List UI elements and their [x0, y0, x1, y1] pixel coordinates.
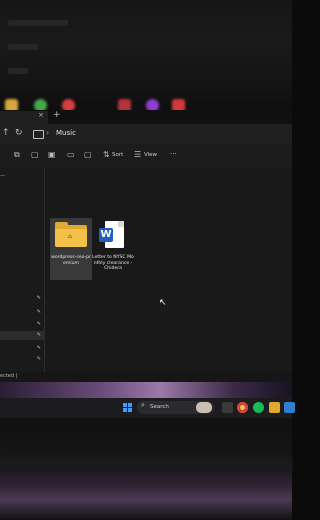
desktop-wallpaper [0, 382, 292, 398]
file-list: ⌂ wordpress-seo-premium W Letter to NYSC… [45, 168, 292, 382]
command-bar: ⧉ ▢ ▣ ▭ ▢ ⇅ Sort ☰ View ··· [0, 144, 292, 169]
windows-logo-icon [123, 403, 127, 407]
blurred-text [8, 44, 38, 50]
pin-icon: ✎ [36, 309, 41, 315]
pin-icon: ✎ [36, 332, 41, 338]
share-icon[interactable]: ▢ [84, 150, 92, 159]
search-highlight-art [196, 402, 212, 413]
paste-icon[interactable]: ▣ [48, 150, 56, 159]
blurred-background-bottom [0, 418, 292, 520]
folder-badge-icon: ⌂ [68, 233, 72, 240]
sort-button[interactable]: Sort [112, 152, 123, 158]
copy-icon[interactable]: ⧉ [14, 150, 20, 160]
pin-icon: ✎ [36, 295, 41, 301]
search-icon: ⌕ [141, 401, 145, 409]
file-explorer-icon[interactable] [269, 402, 280, 413]
address-bar: ↑ ↻ › Music [0, 124, 292, 144]
folder-item[interactable]: ⌂ wordpress-seo-premium [50, 218, 92, 280]
nav-item[interactable]: ✎ [0, 355, 44, 364]
sort-icon[interactable]: ⇅ [103, 150, 110, 159]
nav-item[interactable]: ✎ [0, 294, 44, 303]
edge-icon[interactable] [284, 402, 295, 413]
chevron-right-icon: › [46, 128, 50, 137]
pin-icon: ✎ [36, 345, 41, 351]
nav-item-selected[interactable]: ✎ [0, 331, 44, 340]
document-item[interactable]: W Letter to NYSC Monthly clearance - Chi… [92, 218, 134, 280]
new-tab-button[interactable]: + [53, 110, 61, 120]
status-bar: ected | [0, 372, 292, 382]
nav-item[interactable]: ✎ [0, 344, 44, 353]
spotify-icon[interactable] [253, 402, 264, 413]
taskbar: ⌕ Search [0, 398, 295, 418]
cut-icon[interactable]: ▢ [31, 150, 39, 159]
word-icon: W [99, 228, 113, 242]
view-icon[interactable]: ☰ [134, 150, 141, 159]
pin-icon: ✎ [36, 321, 41, 327]
navigation-pane: — ✎ ✎ ✎ ✎ ✎ ✎ [0, 168, 45, 382]
blurred-taskbar [0, 458, 292, 472]
file-explorer-window: × + ↑ ↻ › Music ⧉ ▢ ▣ ▭ ▢ ⇅ Sort ☰ View … [0, 110, 292, 382]
blurred-background-top [0, 0, 292, 100]
nav-item[interactable]: — [0, 172, 44, 181]
search-label: Search [150, 404, 169, 410]
status-text: ected | [0, 373, 18, 379]
taskbar-search[interactable]: ⌕ Search [137, 401, 214, 414]
close-tab-button[interactable]: × [38, 111, 44, 119]
file-name: wordpress-seo-premium [51, 255, 91, 266]
chrome-icon[interactable] [237, 402, 248, 413]
monitor-icon [33, 130, 44, 139]
mouse-cursor-icon: ↖ [159, 298, 167, 308]
blurred-text [8, 68, 28, 74]
breadcrumb-music[interactable]: Music [56, 129, 76, 137]
file-name: Letter to NYSC Monthly clearance - Chide… [92, 255, 134, 272]
tab-strip: × + [0, 110, 292, 124]
pin-icon: ✎ [36, 356, 41, 362]
start-button[interactable] [123, 403, 132, 412]
blurred-text [8, 20, 68, 26]
task-view-icon[interactable] [222, 402, 233, 413]
more-options-button[interactable]: ··· [170, 150, 177, 158]
delete-icon[interactable]: ▭ [67, 150, 75, 159]
view-button[interactable]: View [144, 152, 157, 158]
up-arrow-icon[interactable]: ↑ [2, 128, 10, 138]
refresh-icon[interactable]: ↻ [15, 128, 23, 138]
nav-item[interactable]: ✎ [0, 320, 44, 329]
nav-item[interactable]: ✎ [0, 308, 44, 317]
